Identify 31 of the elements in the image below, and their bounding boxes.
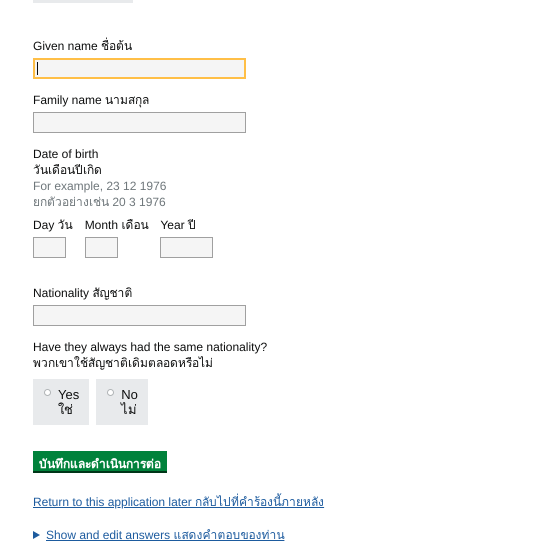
text-field[interactable] <box>160 237 214 258</box>
radio-option[interactable]: No ไม่ <box>96 379 148 425</box>
field-label: Date of birth <box>33 146 98 162</box>
return-link[interactable]: Return to this application later กลับไปที่คำร้องนี้ภายหลัง <box>33 492 324 511</box>
option-label: No <box>121 387 138 402</box>
question-text: Have they always had the same nationality? <box>33 339 268 355</box>
hint-text: For example, 23 12 1976 <box>33 178 166 194</box>
text-field[interactable] <box>33 237 66 258</box>
radio-option[interactable]: Yes ใช่ <box>33 379 90 425</box>
save-continue-button[interactable]: บันทึกและดำเนินการต่อ <box>33 451 167 473</box>
text-cursor <box>37 62 38 75</box>
field-label: Year ปี <box>160 217 196 233</box>
show-answers-link[interactable]: Show and edit answers แสดงคำตอบของท่าน <box>46 525 284 544</box>
field-label: Nationality สัญชาติ <box>33 285 132 301</box>
text-field[interactable] <box>84 237 118 258</box>
text-field[interactable] <box>33 112 246 133</box>
question-text: พวกเขาใช้สัญชาติเดิมตลอดหรือไม่ <box>33 355 213 371</box>
field-label: Family name นามสกุล <box>33 92 150 108</box>
option-label: ใช่ <box>58 402 74 417</box>
radio-button[interactable] <box>44 389 51 396</box>
triangle-icon[interactable] <box>33 530 40 538</box>
option-label: Yes <box>58 387 80 402</box>
hint-text: ยกตัวอย่างเช่น 20 3 1976 <box>33 194 166 210</box>
field-label: Given name ชื่อต้น <box>33 38 132 54</box>
field-label: วันเดือนปีเกิด <box>33 162 102 178</box>
text-field[interactable] <box>33 58 246 79</box>
field-label: Day วัน <box>33 217 73 233</box>
option-label: ไม่ <box>121 402 138 417</box>
radio-button[interactable] <box>107 389 114 396</box>
field-label: Month เดือน <box>84 217 148 233</box>
text-field[interactable] <box>33 305 246 326</box>
